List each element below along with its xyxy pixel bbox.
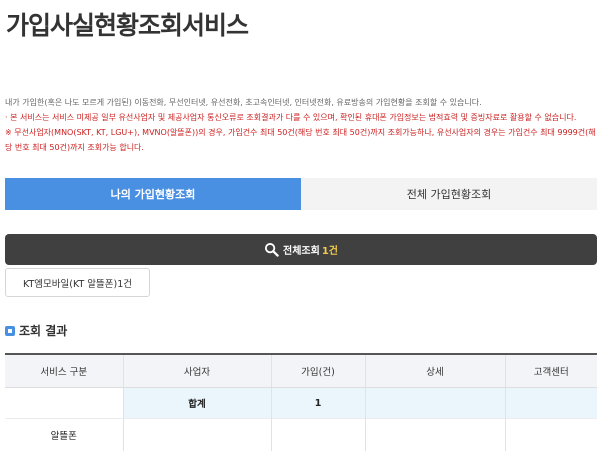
total-row-service — [5, 388, 123, 419]
header-detail: 상세 — [365, 354, 505, 388]
results-section-title: 조회 결과 — [19, 322, 67, 339]
table-row: 알뜰폰 — [5, 419, 597, 451]
page-title: 가입사실현황조회서비스 — [6, 6, 248, 42]
notice-line: · 본 서비스는 서비스 미제공 일부 유선사업자 및 제공사업자 통신오류로 … — [5, 110, 597, 125]
total-lookup-label: 전체조회 — [283, 242, 320, 257]
results-table: 서비스 구분 사업자 가입(건) 상세 고객센터 합계 1 알뜰폰 — [5, 353, 597, 451]
service-type-cell: 알뜰폰 — [5, 419, 123, 451]
total-lookup-bar[interactable]: 전체조회 1건 — [5, 234, 597, 265]
total-count: 1건 — [322, 242, 338, 257]
table-header-row: 서비스 구분 사업자 가입(건) 상세 고객센터 — [5, 354, 597, 388]
provider-filter-chip[interactable]: KT엠모바일(KT 알뜰폰)1건 — [5, 268, 150, 297]
support-cell — [505, 419, 597, 451]
provider-cell — [123, 419, 271, 451]
header-provider: 사업자 — [123, 354, 271, 388]
total-count-cell: 1 — [271, 388, 365, 419]
results-section-header: 조회 결과 — [5, 322, 67, 339]
service-description: 내가 가입한(혹은 나도 모르게 가입된) 이동전화, 무선인터넷, 유선전화,… — [5, 95, 597, 155]
detail-cell — [365, 419, 505, 451]
total-row: 합계 1 — [5, 388, 597, 419]
total-row-support — [505, 388, 597, 419]
tab-all-subscriptions[interactable]: 전체 가입현황조회 — [301, 178, 597, 210]
limit-notice-line: ※ 무선사업자(MNO(SKT, KT, LGU+), MVNO(알뜰폰))의 … — [5, 125, 597, 155]
search-icon — [264, 242, 279, 257]
description-line: 내가 가입한(혹은 나도 모르게 가입된) 이동전화, 무선인터넷, 유선전화,… — [5, 95, 597, 110]
header-subscription-count: 가입(건) — [271, 354, 365, 388]
lookup-tabs: 나의 가입현황조회 전체 가입현황조회 — [5, 178, 597, 210]
total-label: 합계 — [123, 388, 271, 419]
total-row-detail — [365, 388, 505, 419]
header-service-type: 서비스 구분 — [5, 354, 123, 388]
section-bullet-icon — [5, 326, 15, 336]
header-customer-center: 고객센터 — [505, 354, 597, 388]
tab-my-subscriptions[interactable]: 나의 가입현황조회 — [5, 178, 301, 210]
count-cell — [271, 419, 365, 451]
